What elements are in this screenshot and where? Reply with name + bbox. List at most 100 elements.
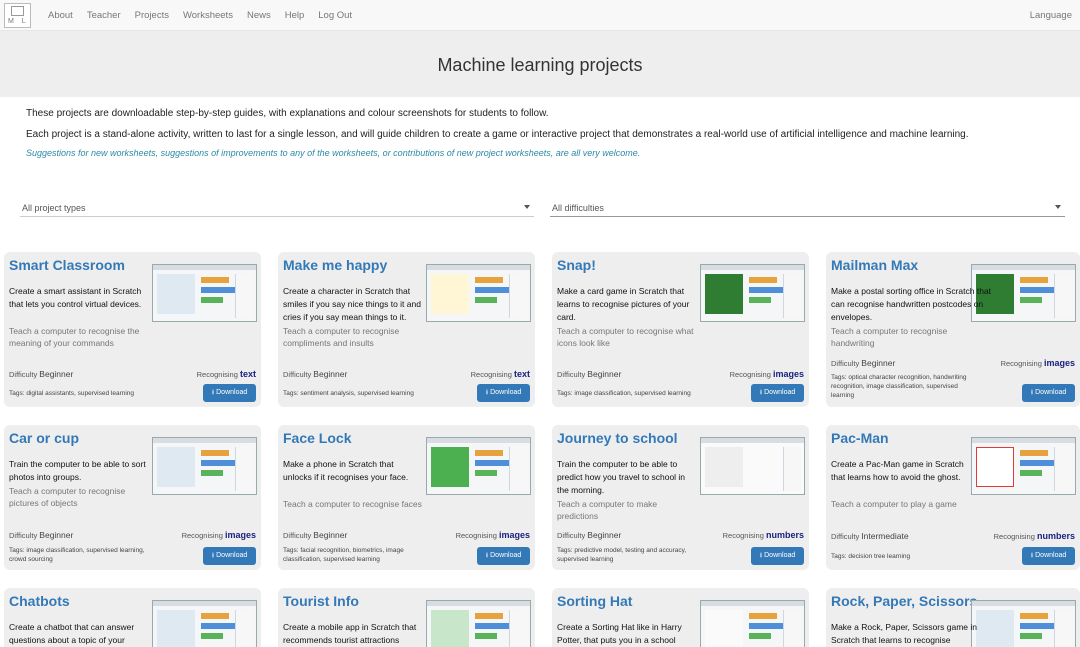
card-recognising: Recognising numbers <box>993 531 1075 541</box>
difficulty-select[interactable]: All difficulties <box>550 199 1065 217</box>
intro-paragraph-1: These projects are downloadable step-by-… <box>26 108 549 119</box>
card-description: Create a smart assistant in Scratch that… <box>9 286 142 309</box>
download-icon: ⭳ <box>485 389 489 396</box>
suggestion-note: Suggestions for new worksheets, suggesti… <box>26 148 641 158</box>
download-button[interactable]: ⭳ Download <box>477 547 530 565</box>
download-icon: ⭳ <box>759 389 763 396</box>
logo-square-icon <box>11 6 24 16</box>
card-screenshot <box>700 264 805 322</box>
project-card-rock-paper-scissors[interactable]: Rock, Paper, Scissors Make a Rock, Paper… <box>826 588 1080 647</box>
card-description: Train the computer to be able to sort ph… <box>9 459 146 482</box>
card-title[interactable]: Chatbots <box>9 593 70 609</box>
card-teach: Teach a computer to recognise the meanin… <box>9 326 140 348</box>
card-recognising: Recognising text <box>196 369 256 379</box>
project-card-smart-classroom[interactable]: Smart Classroom Create a smart assistant… <box>4 252 261 407</box>
download-icon: ⭳ <box>211 389 215 396</box>
chevron-down-icon <box>524 205 530 209</box>
card-screenshot <box>426 437 531 495</box>
card-tags: Tags: sentiment analysis, supervised lea… <box>283 390 414 397</box>
download-button[interactable]: ⭳ Download <box>1022 384 1075 402</box>
card-title[interactable]: Car or cup <box>9 430 79 446</box>
card-title[interactable]: Rock, Paper, Scissors <box>831 593 977 609</box>
card-teach: Teach a computer to recognise what icons… <box>557 326 694 348</box>
nav-logout[interactable]: Log Out <box>318 10 352 21</box>
card-tags: Tags: facial recognition, biometrics, im… <box>283 547 404 563</box>
download-button[interactable]: ⭳ Download <box>203 547 256 565</box>
card-title[interactable]: Make me happy <box>283 257 387 273</box>
page-title: Machine learning projects <box>437 55 643 75</box>
download-button[interactable]: ⭳ Download <box>751 384 804 402</box>
card-difficulty: Difficulty Beginner <box>831 358 896 368</box>
site-logo[interactable]: M L <box>4 3 31 28</box>
download-icon: ⭳ <box>211 552 215 559</box>
card-title[interactable]: Sorting Hat <box>557 593 632 609</box>
language-menu[interactable]: Language <box>1030 10 1072 21</box>
card-description: Make a postal sorting office in Scratch … <box>831 286 992 322</box>
card-screenshot <box>426 264 531 322</box>
card-description: Create a mobile app in Scratch that reco… <box>283 622 417 645</box>
download-button[interactable]: ⭳ Download <box>477 384 530 402</box>
card-recognising: Recognising images <box>455 530 530 540</box>
card-teach: Teach a computer to recognise faces <box>283 499 422 509</box>
project-card-tourist-info[interactable]: Tourist Info Create a mobile app in Scra… <box>278 588 535 647</box>
download-button[interactable]: ⭳ Download <box>751 547 804 565</box>
project-card-pac-man[interactable]: Pac-Man Create a Pac-Man game in Scratch… <box>826 425 1080 570</box>
card-tags: Tags: image classification, supervised l… <box>9 547 145 563</box>
download-button[interactable]: ⭳ Download <box>203 384 256 402</box>
card-difficulty: Difficulty Beginner <box>283 369 348 379</box>
card-recognising: Recognising images <box>729 369 804 379</box>
card-description: Train the computer to be able to predict… <box>557 459 686 495</box>
card-screenshot <box>152 600 257 647</box>
project-type-select[interactable]: All project types <box>20 199 534 217</box>
project-card-mailman-max[interactable]: Mailman Max Make a postal sorting office… <box>826 252 1080 407</box>
nav-worksheets[interactable]: Worksheets <box>183 10 233 21</box>
card-difficulty: Difficulty Beginner <box>9 530 74 540</box>
intro-paragraph-2: Each project is a stand-alone activity, … <box>26 129 969 140</box>
chevron-down-icon <box>1055 205 1061 209</box>
project-card-make-me-happy[interactable]: Make me happy Create a character in Scra… <box>278 252 535 407</box>
download-icon: ⭳ <box>1030 552 1034 559</box>
intro-text: These projects are downloadable step-by-… <box>26 108 1066 168</box>
card-screenshot <box>426 600 531 647</box>
card-description: Create a chatbot that can answer questio… <box>9 622 135 645</box>
card-title[interactable]: Pac-Man <box>831 430 889 446</box>
card-tags: Tags: image classification, supervised l… <box>557 390 691 397</box>
card-description: Create a Pac-Man game in Scratch that le… <box>831 459 964 482</box>
card-screenshot <box>152 264 257 322</box>
card-description: Make a Rock, Paper, Scissors game in Scr… <box>831 622 977 645</box>
card-difficulty: Difficulty Beginner <box>9 369 74 379</box>
project-card-sorting-hat[interactable]: Sorting Hat Create a Sorting Hat like in… <box>552 588 809 647</box>
card-screenshot <box>152 437 257 495</box>
card-tags: Tags: digital assistants, supervised lea… <box>9 390 135 397</box>
project-type-value: All project types <box>22 203 86 213</box>
card-recognising: Recognising images <box>181 530 256 540</box>
nav-projects[interactable]: Projects <box>135 10 169 21</box>
project-card-face-lock[interactable]: Face Lock Make a phone in Scratch that u… <box>278 425 535 570</box>
card-title[interactable]: Mailman Max <box>831 257 918 273</box>
nav-teacher[interactable]: Teacher <box>87 10 121 21</box>
download-button[interactable]: ⭳ Download <box>1022 547 1075 565</box>
project-card-car-or-cup[interactable]: Car or cup Train the computer to be able… <box>4 425 261 570</box>
card-difficulty: Difficulty Beginner <box>557 530 622 540</box>
card-title[interactable]: Snap! <box>557 257 596 273</box>
card-description: Make a phone in Scratch that unlocks if … <box>283 459 409 482</box>
card-teach: Teach a computer to play a game <box>831 499 957 509</box>
card-teach: Teach a computer to recognise pictures o… <box>9 486 126 508</box>
nav-news[interactable]: News <box>247 10 271 21</box>
card-tags: Tags: optical character recognition, han… <box>831 374 967 399</box>
project-card-journey-to-school[interactable]: Journey to school Train the computer to … <box>552 425 809 570</box>
card-teach: Teach a computer to recognise handwritin… <box>831 326 948 348</box>
nav-help[interactable]: Help <box>285 10 305 21</box>
nav-about[interactable]: About <box>48 10 73 21</box>
card-title[interactable]: Face Lock <box>283 430 351 446</box>
project-card-snap[interactable]: Snap! Make a card game in Scratch that l… <box>552 252 809 407</box>
card-title[interactable]: Journey to school <box>557 430 678 446</box>
card-title[interactable]: Smart Classroom <box>9 257 125 273</box>
project-card-chatbots[interactable]: Chatbots Create a chatbot that can answe… <box>4 588 261 647</box>
card-tags: Tags: decision tree learning <box>831 553 911 560</box>
card-title[interactable]: Tourist Info <box>283 593 359 609</box>
difficulty-value: All difficulties <box>552 203 604 213</box>
card-difficulty: Difficulty Beginner <box>557 369 622 379</box>
card-difficulty: Difficulty Intermediate <box>831 531 909 541</box>
card-teach: Teach a computer to make predictions <box>557 499 658 521</box>
